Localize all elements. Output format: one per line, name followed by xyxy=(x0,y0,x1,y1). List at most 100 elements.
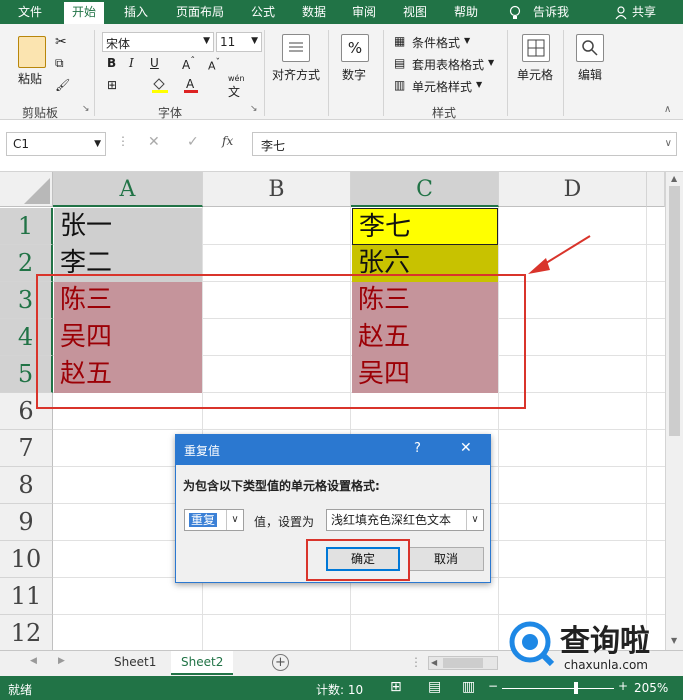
enter-icon[interactable]: ✓ xyxy=(187,134,199,150)
menu-page-layout[interactable]: 页面布局 xyxy=(176,0,224,24)
svg-text:A: A xyxy=(186,77,195,91)
menu-help[interactable]: 帮助 xyxy=(454,0,478,24)
page-layout-view-icon[interactable]: ▤ xyxy=(428,679,441,695)
share-button[interactable]: 共享 xyxy=(632,0,656,24)
editing-button[interactable]: 编辑 xyxy=(578,66,602,83)
font-name-select[interactable]: 宋体 ▼ xyxy=(102,32,214,52)
menu-formulas[interactable]: 公式 xyxy=(251,0,275,24)
column-header-a[interactable]: A xyxy=(53,172,203,207)
phonetic-guide-icon[interactable]: wén 文 xyxy=(228,74,245,100)
horizontal-scrollbar[interactable]: ◀ xyxy=(428,656,498,670)
more-options-icon[interactable]: ⋮ xyxy=(117,134,129,148)
highlight-rectangle xyxy=(36,274,526,409)
format-table-icon[interactable]: ▤ xyxy=(394,56,405,70)
scroll-left-icon[interactable]: ◀ xyxy=(30,656,37,666)
formula-input[interactable]: 李七 ∨ xyxy=(252,132,677,156)
menu-insert[interactable]: 插入 xyxy=(124,0,148,24)
select-all-corner[interactable] xyxy=(0,172,53,207)
zoom-in-icon[interactable]: + xyxy=(618,679,628,693)
tab-sheet1[interactable]: Sheet1 xyxy=(104,651,166,675)
row-header-9[interactable]: 9 xyxy=(0,504,53,541)
scrollbar-thumb[interactable] xyxy=(669,186,680,436)
chevron-down-icon: ▼ xyxy=(203,36,210,46)
underline-button[interactable]: U xyxy=(150,56,159,70)
dialog-title-bar[interactable]: 重复值 ? ✕ xyxy=(176,435,490,465)
lightbulb-icon[interactable] xyxy=(508,0,522,24)
vertical-scrollbar[interactable]: ▲ ▼ xyxy=(665,172,683,650)
tell-me-search[interactable]: 告诉我 xyxy=(533,0,569,24)
column-header-e[interactable] xyxy=(647,172,665,207)
share-user-icon[interactable] xyxy=(615,0,629,24)
menu-view[interactable]: 视图 xyxy=(403,0,427,24)
duplicate-type-select[interactable]: 重复 ∨ xyxy=(184,509,244,531)
scrollbar-thumb[interactable] xyxy=(443,658,483,668)
search-icon[interactable] xyxy=(576,34,604,62)
cells-icon[interactable] xyxy=(522,34,550,62)
cancel-button[interactable]: 取消 xyxy=(408,547,484,571)
menu-data[interactable]: 数据 xyxy=(302,0,326,24)
cell-a1[interactable]: 张一 xyxy=(54,208,202,245)
menu-review[interactable]: 审阅 xyxy=(352,0,376,24)
dialog-title: 重复值 xyxy=(184,444,221,458)
scroll-right-icon[interactable]: ▶ xyxy=(58,656,65,666)
border-icon[interactable]: ⊞ xyxy=(107,78,117,92)
fill-color-icon[interactable] xyxy=(150,76,170,97)
paste-icon[interactable] xyxy=(18,36,46,68)
normal-view-icon[interactable]: ⊞ xyxy=(390,679,402,695)
cut-icon[interactable]: ✂ xyxy=(55,34,67,50)
tab-sheet2[interactable]: Sheet2 xyxy=(171,651,234,675)
row-header-10[interactable]: 10 xyxy=(0,541,53,578)
cell-c1[interactable]: 李七 xyxy=(352,208,498,245)
number-button[interactable]: 数字 xyxy=(342,66,366,83)
row-header-8[interactable]: 8 xyxy=(0,467,53,504)
row-header-12[interactable]: 12 xyxy=(0,615,53,650)
scroll-up-icon[interactable]: ▲ xyxy=(671,174,677,183)
cell-styles-button[interactable]: 单元格样式 xyxy=(412,78,472,95)
zoom-out-icon[interactable]: − xyxy=(488,679,498,693)
paste-button[interactable]: 粘贴 xyxy=(18,70,42,87)
dialog-close-button[interactable]: ✕ xyxy=(460,440,472,456)
zoom-slider-thumb[interactable] xyxy=(574,682,578,694)
insert-function-button[interactable]: fx xyxy=(222,134,233,148)
format-painter-icon[interactable]: 🖌 xyxy=(55,78,70,92)
conditional-format-icon[interactable]: ▦ xyxy=(394,34,405,48)
font-shrink-icon[interactable]: Aˇ xyxy=(208,57,220,73)
zoom-level[interactable]: 205% xyxy=(634,681,668,695)
cancel-icon[interactable]: ✕ xyxy=(148,134,160,150)
font-size-select[interactable]: 11 ▼ xyxy=(216,32,262,52)
cells-button[interactable]: 单元格 xyxy=(517,66,553,83)
italic-button[interactable]: I xyxy=(129,56,134,70)
collapse-ribbon-icon[interactable]: ∧ xyxy=(664,104,671,115)
font-color-icon[interactable]: A xyxy=(182,76,200,97)
zoom-slider[interactable] xyxy=(502,688,614,689)
expand-formula-icon[interactable]: ∨ xyxy=(665,138,672,149)
row-header-11[interactable]: 11 xyxy=(0,578,53,615)
dialog-middle-text: 值，设置为 xyxy=(254,515,315,529)
format-as-table-button[interactable]: 套用表格格式 xyxy=(412,56,484,73)
page-break-view-icon[interactable]: ▥ xyxy=(462,679,475,695)
row-header-1[interactable]: 1 xyxy=(0,208,53,245)
column-header-c[interactable]: C xyxy=(351,172,499,207)
row-header-7[interactable]: 7 xyxy=(0,430,53,467)
bold-button[interactable]: B xyxy=(107,56,116,70)
menu-home[interactable]: 开始 xyxy=(64,2,105,26)
font-launcher-icon[interactable]: ↘ xyxy=(250,104,258,114)
dialog-help-button[interactable]: ? xyxy=(414,441,421,456)
copy-icon[interactable]: ⧉ xyxy=(55,56,64,71)
name-box[interactable]: C1 ▼ xyxy=(6,132,106,156)
clipboard-launcher-icon[interactable]: ↘ xyxy=(82,104,90,114)
add-sheet-button[interactable]: + xyxy=(272,654,289,671)
tab-splitter-icon[interactable]: ⋮ xyxy=(410,655,422,669)
column-header-b[interactable]: B xyxy=(203,172,351,207)
conditional-format-button[interactable]: 条件格式 xyxy=(412,34,460,51)
alignment-icon[interactable] xyxy=(282,34,310,62)
cell-style-icon[interactable]: ▥ xyxy=(394,78,405,92)
percent-icon[interactable]: % xyxy=(341,34,369,62)
scroll-left-icon[interactable]: ◀ xyxy=(431,658,437,667)
font-grow-icon[interactable]: Aˆ xyxy=(182,56,195,72)
menu-file[interactable]: 文件 xyxy=(18,0,42,24)
alignment-button[interactable]: 对齐方式 xyxy=(272,66,320,83)
format-style-select[interactable]: 浅红填充色深红色文本 ∨ xyxy=(326,509,484,531)
column-header-d[interactable]: D xyxy=(499,172,647,207)
grid-line xyxy=(53,429,665,430)
